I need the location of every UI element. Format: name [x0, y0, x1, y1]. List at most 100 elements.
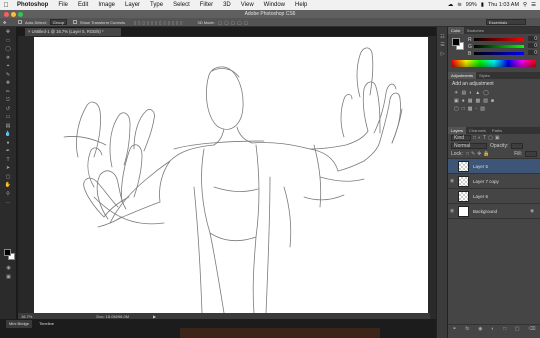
opacity-field[interactable]	[511, 143, 524, 149]
layer-row[interactable]: ◉ Background ◉	[448, 204, 540, 219]
layer-kind-dropdown[interactable]: Kind	[451, 135, 471, 141]
menu-help[interactable]: Help	[290, 2, 312, 8]
quick-mask-icon[interactable]: ◉	[3, 265, 14, 272]
tab-mini-bridge[interactable]: Mini Bridge	[6, 320, 33, 328]
shape-tool-icon[interactable]: ▢	[3, 173, 14, 180]
tab-styles[interactable]: Styles	[476, 72, 493, 79]
tab-channels[interactable]: Channels	[466, 127, 489, 134]
hand-tool-icon[interactable]: ✋	[3, 182, 14, 189]
layer-name[interactable]: Layer 6	[473, 194, 488, 199]
list-icon[interactable]: ☰	[531, 2, 536, 8]
close-window-button[interactable]	[4, 12, 9, 17]
layer-row[interactable]: Layer 5	[448, 159, 540, 174]
layer-row[interactable]: ◉ Layer 7 copy	[448, 174, 540, 189]
tab-timeline[interactable]: Timeline	[36, 320, 57, 328]
history-panel-icon[interactable]: ☷	[437, 33, 448, 40]
adjustment-icons-row-1[interactable]: ☀▤◐▲◯	[448, 89, 540, 97]
healing-tool-icon[interactable]: ✚	[3, 80, 14, 87]
auto-select-dropdown[interactable]: Group	[49, 19, 67, 25]
link-layers-icon[interactable]: ⚭	[452, 326, 456, 332]
history-brush-tool-icon[interactable]: ↺	[3, 105, 14, 112]
menu-3d[interactable]: 3D	[218, 2, 236, 8]
zoom-tool-icon[interactable]: ⚲	[3, 190, 14, 197]
menu-window[interactable]: Window	[259, 2, 290, 8]
foreground-color-swatch[interactable]	[4, 249, 11, 256]
workspace-dropdown[interactable]: Essentials	[486, 19, 526, 25]
lasso-tool-icon[interactable]: ◯	[3, 46, 14, 53]
tab-swatches[interactable]: Swatches	[464, 27, 487, 34]
clock[interactable]: Thu 1:03 AM	[488, 2, 519, 8]
layer-name[interactable]: Layer 5	[473, 164, 488, 169]
wifi-icon[interactable]: ≋	[457, 2, 462, 8]
menu-type[interactable]: Type	[145, 2, 168, 8]
search-icon[interactable]: ⚲	[523, 2, 527, 8]
status-arrow-icon[interactable]: ▶	[153, 314, 156, 319]
layer-thumbnail[interactable]	[458, 205, 469, 217]
layer-filter-icons[interactable]: □◐T▢▣	[473, 135, 502, 141]
blend-mode-dropdown[interactable]: Normal	[451, 143, 487, 149]
document-tab[interactable]: × Untitled-1 @ 16.7% (Layer 5, RGB/8) *	[25, 28, 121, 36]
layer-thumbnail[interactable]	[458, 190, 469, 202]
pen-tool-icon[interactable]: ✒	[3, 148, 14, 155]
trash-icon[interactable]: ⌫	[528, 326, 535, 332]
battery-icon[interactable]: ▮	[481, 2, 484, 8]
r-value[interactable]: 0	[528, 36, 537, 42]
lock-icons[interactable]: □✎✥🔒	[466, 151, 492, 157]
clone-stamp-tool-icon[interactable]: ⎋	[3, 97, 14, 104]
layer-row[interactable]: Layer 6	[448, 189, 540, 204]
menu-select[interactable]: Select	[168, 2, 195, 8]
properties-panel-icon[interactable]: ☰	[437, 42, 448, 49]
align-icons[interactable]: ▯▯▯▯▯▯▯▯▯▯▯▯	[134, 20, 184, 25]
menu-file[interactable]: File	[53, 2, 73, 8]
minimize-window-button[interactable]	[11, 12, 16, 17]
adjustment-icons-row-2[interactable]: ▣●▦▩▧■	[448, 97, 540, 105]
adjustment-icons-row-3[interactable]: ▢□▩▫▨	[448, 105, 540, 113]
menu-app[interactable]: Photoshop	[12, 2, 53, 8]
cloud-icon[interactable]: ☁	[448, 2, 454, 8]
new-layer-icon[interactable]: ▢	[515, 326, 520, 332]
menu-image[interactable]: Image	[93, 2, 120, 8]
zoom-window-button[interactable]	[18, 12, 23, 17]
move-tool-icon[interactable]: ✥	[3, 20, 15, 25]
canvas[interactable]	[34, 37, 428, 314]
b-slider[interactable]	[474, 52, 524, 55]
path-select-tool-icon[interactable]: ➤	[3, 165, 14, 172]
brush-tool-icon[interactable]: ✏	[3, 88, 14, 95]
layer-thumbnail[interactable]	[458, 160, 469, 172]
eye-icon[interactable]: ◉	[448, 208, 456, 214]
menu-layer[interactable]: Layer	[120, 2, 145, 8]
color-fg-swatch[interactable]	[452, 38, 460, 46]
menu-edit[interactable]: Edit	[73, 2, 93, 8]
more-tools-icon[interactable]: …	[3, 199, 14, 206]
type-tool-icon[interactable]: T	[3, 156, 14, 163]
layer-thumbnail[interactable]	[458, 175, 469, 187]
eye-icon[interactable]: ◉	[448, 178, 456, 184]
eraser-tool-icon[interactable]: ▭	[3, 114, 14, 121]
eyedropper-tool-icon[interactable]: ✎	[3, 71, 14, 78]
3d-mode-icons[interactable]: ◯◯◯◯◯	[218, 20, 250, 25]
new-adjustment-icon[interactable]: ◐	[491, 326, 494, 332]
layer-style-icon[interactable]: fx	[465, 326, 469, 332]
quick-select-tool-icon[interactable]: ✵	[3, 54, 14, 61]
blur-tool-icon[interactable]: 💧	[3, 131, 14, 138]
crop-tool-icon[interactable]: ⌖	[3, 63, 14, 70]
menu-filter[interactable]: Filter	[195, 2, 218, 8]
fill-field[interactable]	[525, 151, 537, 157]
tab-layers[interactable]: Layers	[448, 127, 467, 134]
add-mask-icon[interactable]: ◉	[478, 326, 482, 332]
zoom-level[interactable]: 16.7%	[21, 314, 32, 319]
move-tool-icon[interactable]: ✥	[3, 29, 14, 36]
tab-adjustments[interactable]: Adjustments	[448, 72, 477, 79]
marquee-tool-icon[interactable]: □	[3, 37, 14, 44]
g-value[interactable]: 0	[528, 43, 537, 49]
screen-mode-icon[interactable]: ▣	[3, 274, 14, 281]
doc-info[interactable]: Doc: 18.0M/96.0M	[96, 314, 129, 319]
apple-icon[interactable]: 	[0, 2, 12, 9]
layer-name[interactable]: Background	[473, 209, 497, 214]
battery-percent[interactable]: 99%	[466, 2, 477, 8]
r-slider[interactable]	[474, 38, 524, 41]
new-group-icon[interactable]: □	[503, 326, 506, 332]
menu-view[interactable]: View	[236, 2, 259, 8]
g-slider[interactable]	[474, 45, 524, 48]
tab-paths[interactable]: Paths	[489, 127, 505, 134]
